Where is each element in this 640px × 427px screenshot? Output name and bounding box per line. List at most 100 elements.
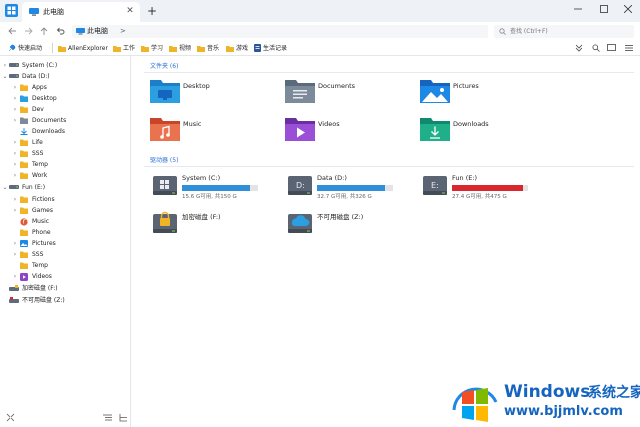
folder-icon bbox=[113, 45, 121, 52]
chevron-right-icon[interactable]: › bbox=[12, 116, 18, 125]
tree-item-games[interactable]: › Games bbox=[0, 205, 130, 216]
collapse-all-button[interactable] bbox=[5, 412, 15, 422]
chevron-down-icon[interactable]: ⌄ bbox=[2, 183, 8, 192]
folder-downloads[interactable]: Downloads bbox=[420, 116, 550, 146]
bookmark-study[interactable]: 学习 bbox=[141, 43, 163, 53]
tree-item-locked-f[interactable]: 加密磁盘 (F:) bbox=[0, 283, 130, 294]
new-tab-button[interactable]: + bbox=[146, 5, 158, 17]
tree-item-downloads[interactable]: Downloads bbox=[0, 126, 130, 137]
list-view-button[interactable] bbox=[102, 412, 112, 422]
chevron-right-icon[interactable]: › bbox=[12, 250, 18, 259]
chevron-right-icon[interactable]: › bbox=[12, 195, 18, 204]
search-toolbar-button[interactable] bbox=[590, 42, 601, 53]
back-button[interactable] bbox=[6, 25, 18, 37]
tree-item-music[interactable]: Music bbox=[0, 216, 130, 227]
chevron-right-icon[interactable]: › bbox=[2, 61, 8, 70]
collapse-icon bbox=[6, 413, 14, 421]
drive-usage-fill bbox=[317, 185, 386, 191]
path-segment[interactable]: 此电脑 bbox=[87, 27, 108, 36]
chevron-right-icon[interactable]: › bbox=[12, 149, 18, 158]
bookmark-games[interactable]: 游戏 bbox=[226, 43, 248, 53]
bookmark-quick-launch[interactable]: 快速启动 bbox=[8, 43, 42, 53]
expand-toolbar-button[interactable] bbox=[573, 42, 584, 53]
tree-item-desktop[interactable]: › Desktop bbox=[0, 93, 130, 104]
drive-label: Fun (E:) bbox=[452, 174, 478, 182]
tree-item-sss-e[interactable]: › SSS bbox=[0, 249, 130, 260]
tree-item-life[interactable]: › Life bbox=[0, 137, 130, 148]
tree-item-dev[interactable]: › Dev bbox=[0, 104, 130, 115]
close-tab-icon[interactable]: ✕ bbox=[124, 5, 136, 17]
tree-item-documents[interactable]: › Documents bbox=[0, 115, 130, 126]
chevron-right-icon[interactable]: › bbox=[12, 171, 18, 180]
tree-item-pictures[interactable]: › Pictures bbox=[0, 238, 130, 249]
tab-this-pc[interactable]: 此电脑 ✕ bbox=[22, 2, 140, 22]
folder-desktop[interactable]: Desktop bbox=[150, 78, 280, 108]
tree-item-videos[interactable]: › Videos bbox=[0, 271, 130, 282]
bookmark-allenexplorer[interactable]: AllenExplorer bbox=[58, 43, 108, 53]
chevron-right-icon[interactable]: › bbox=[12, 160, 18, 169]
videos-folder-icon bbox=[20, 273, 28, 281]
chevron-right-icon[interactable]: › bbox=[12, 206, 18, 215]
arrow-right-icon bbox=[24, 27, 33, 35]
chevron-right-icon[interactable]: › bbox=[12, 94, 18, 103]
drive-icon bbox=[9, 74, 19, 78]
folder-pictures[interactable]: Pictures bbox=[420, 78, 550, 108]
chevron-down-icon[interactable]: ⌄ bbox=[2, 72, 8, 81]
tree-item-temp-e[interactable]: Temp bbox=[0, 260, 130, 271]
path-field[interactable]: 此电脑 > bbox=[72, 25, 488, 38]
path-separator[interactable]: > bbox=[120, 27, 126, 36]
drives-section-header[interactable]: 驱动器 (5) bbox=[150, 156, 178, 165]
undo-button[interactable] bbox=[54, 25, 66, 37]
drive-locked-f[interactable]: 加密磁盘 (F:) bbox=[152, 209, 282, 239]
bookmark-label: 学习 bbox=[151, 44, 164, 52]
drive-system-c[interactable]: System (C:) 15.6 G可用, 共150 G bbox=[152, 173, 282, 203]
bookmark-label: 游戏 bbox=[236, 44, 249, 52]
maximize-button[interactable] bbox=[592, 0, 616, 18]
folder-music[interactable]: Music bbox=[150, 116, 280, 146]
drive-unavailable-z[interactable]: 不可用磁盘 (Z:) bbox=[287, 209, 417, 239]
tree-item-system-c[interactable]: › System (C:) bbox=[0, 60, 130, 71]
chevron-right-icon[interactable]: › bbox=[12, 272, 18, 281]
close-window-button[interactable] bbox=[616, 0, 640, 18]
drive-data-d[interactable]: D: Data (D:) 32.7 G可用, 共326 G bbox=[287, 173, 417, 203]
computer-icon bbox=[76, 28, 85, 35]
chevron-right-icon[interactable]: › bbox=[12, 105, 18, 114]
desktop-folder-icon bbox=[20, 95, 28, 102]
chevron-right-icon[interactable]: › bbox=[12, 239, 18, 248]
tree-item-temp[interactable]: › Temp bbox=[0, 159, 130, 170]
folder-icon bbox=[58, 45, 66, 52]
drive-size-text: 15.6 G可用, 共150 G bbox=[182, 194, 237, 200]
up-button[interactable] bbox=[38, 25, 50, 37]
more-options-button[interactable] bbox=[623, 42, 634, 53]
tree-view-button[interactable] bbox=[118, 412, 128, 422]
minimize-button[interactable] bbox=[566, 0, 590, 18]
preview-pane-button[interactable] bbox=[606, 42, 617, 53]
tree-item-label: 不可用磁盘 (Z:) bbox=[22, 297, 65, 304]
folder-label: Pictures bbox=[453, 82, 479, 90]
chevron-right-icon[interactable]: › bbox=[12, 138, 18, 147]
bookmark-label: 快速启动 bbox=[18, 44, 43, 52]
search-input[interactable]: 查找 (Ctrl+F) bbox=[494, 25, 634, 38]
folder-documents[interactable]: Documents bbox=[285, 78, 415, 108]
arrow-up-icon bbox=[40, 26, 48, 35]
bookmark-work[interactable]: 工作 bbox=[113, 43, 135, 53]
cloud-drive-icon bbox=[288, 214, 312, 233]
bookmark-music[interactable]: 音乐 bbox=[197, 43, 219, 53]
app-logo-icon[interactable] bbox=[5, 4, 18, 17]
drive-fun-e[interactable]: E: Fun (E:) 27.4 G可用, 共475 G bbox=[422, 173, 552, 203]
tree-item-sss[interactable]: › SSS bbox=[0, 148, 130, 159]
bookmark-video[interactable]: 视频 bbox=[169, 43, 191, 53]
tree-item-work[interactable]: › Work bbox=[0, 170, 130, 181]
forward-button[interactable] bbox=[22, 25, 34, 37]
bookmark-life-record[interactable]: 生活记录 bbox=[254, 43, 287, 53]
chevron-right-icon[interactable]: › bbox=[12, 83, 18, 92]
folder-videos[interactable]: Videos bbox=[285, 116, 415, 146]
tree-item-phone[interactable]: Phone bbox=[0, 227, 130, 238]
tree-item-apps[interactable]: › Apps bbox=[0, 82, 130, 93]
tree-item-fun-e[interactable]: ⌄ Fun (E:) bbox=[0, 182, 130, 193]
tree-item-unavailable-z[interactable]: 不可用磁盘 (Z:) bbox=[0, 295, 130, 306]
folders-section-header[interactable]: 文件夹 (6) bbox=[150, 62, 178, 71]
tree-item-data-d[interactable]: ⌄ Data (D:) bbox=[0, 71, 130, 82]
tree-item-fictions[interactable]: › Fictions bbox=[0, 194, 130, 205]
tree-item-label: Dev bbox=[32, 106, 44, 113]
